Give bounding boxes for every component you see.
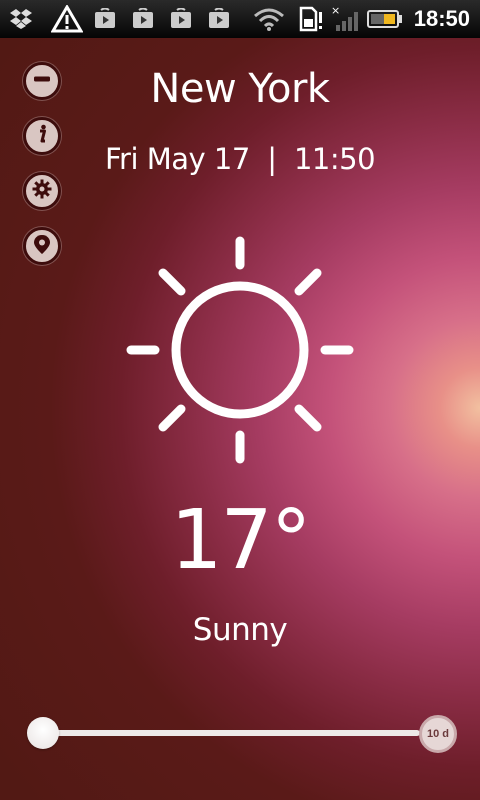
forecast-slider-thumb[interactable] bbox=[27, 717, 59, 749]
play-store-icon bbox=[166, 6, 196, 32]
status-bar: × 18:50 bbox=[0, 0, 480, 38]
battery-icon bbox=[366, 6, 404, 32]
play-store-icon bbox=[128, 6, 158, 32]
settings-button[interactable] bbox=[23, 172, 61, 210]
weather-condition: Sunny bbox=[192, 612, 288, 648]
sun-icon bbox=[125, 235, 355, 469]
status-time: 18:50 bbox=[413, 6, 470, 31]
slider-end-label: 10 d bbox=[426, 728, 449, 740]
play-store-icon bbox=[90, 6, 120, 32]
alert-icon bbox=[50, 5, 84, 33]
sim-alert-icon bbox=[296, 6, 326, 32]
location-button[interactable] bbox=[23, 227, 61, 265]
dropbox-icon bbox=[6, 6, 36, 32]
date-time: Fri May 17 | 11:50 bbox=[104, 142, 376, 176]
wifi-icon bbox=[252, 6, 286, 32]
forecast-10-day-button[interactable]: 10 d bbox=[419, 715, 457, 753]
play-store-icon bbox=[204, 6, 234, 32]
gear-icon bbox=[31, 178, 53, 204]
city-name: New York bbox=[150, 66, 330, 112]
weather-screen: New York Fri May 17 | 11:50 17° Sunny 10… bbox=[0, 38, 480, 800]
forecast-slider-track[interactable] bbox=[40, 730, 420, 736]
temperature: 17° bbox=[170, 493, 311, 588]
signal-icon: × bbox=[330, 5, 360, 32]
location-pin-icon bbox=[31, 233, 53, 259]
svg-text:×: × bbox=[331, 5, 340, 17]
